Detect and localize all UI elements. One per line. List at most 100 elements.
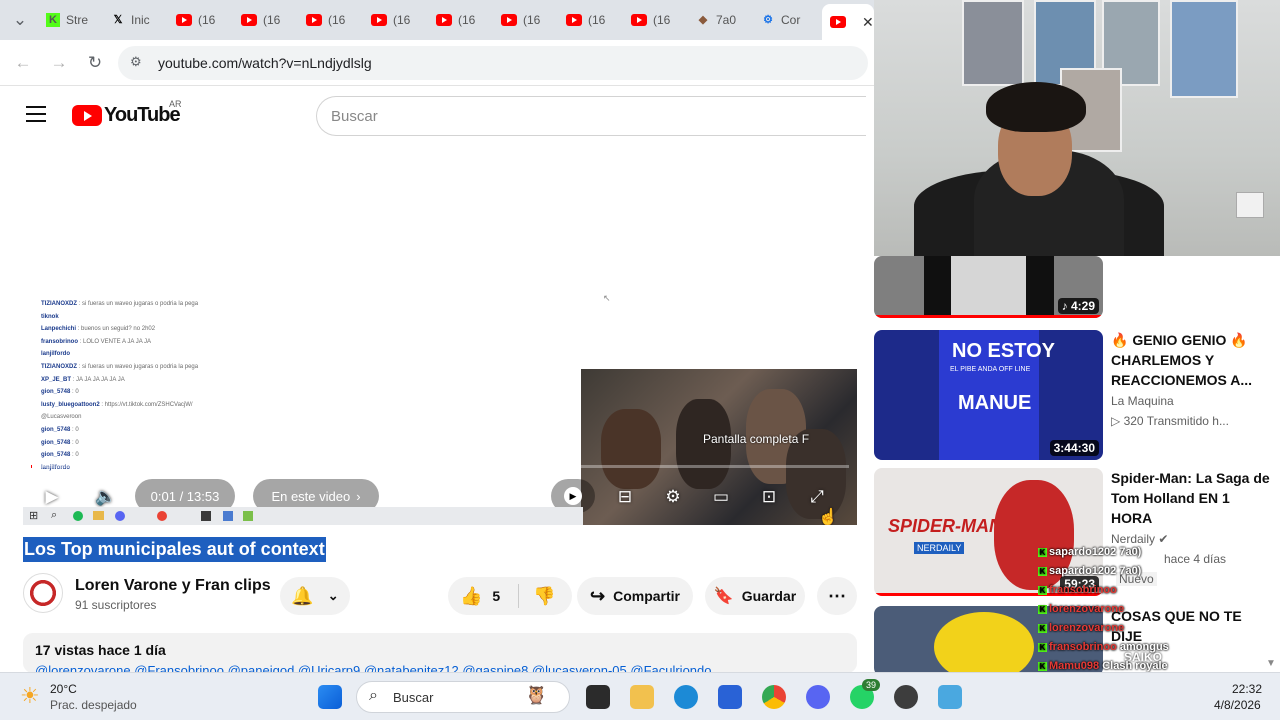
back-arrow-icon[interactable]: ← — [12, 52, 34, 74]
wall-poster — [962, 0, 1024, 86]
kick-badge-icon: K — [1038, 604, 1047, 614]
browser-tab[interactable]: (16 — [631, 6, 689, 34]
omnibox[interactable]: ⚙ youtube.com/watch?v=nLndjydlslg — [118, 46, 868, 80]
stream-chat-line: Ksapardo1202 7a0) — [1038, 565, 1142, 577]
volume-icon[interactable]: 🔈 — [94, 485, 118, 509]
browser-tab[interactable]: (16 — [501, 6, 559, 34]
video-chat-line: fransobrinoo : LOLO VENTE A JA JA JA — [41, 338, 152, 345]
windows-start-icon[interactable] — [318, 685, 342, 709]
folder-icon — [93, 511, 104, 520]
save-button[interactable]: 🔖 Guardar — [705, 577, 805, 615]
video-taskbar-strip: ⊞ ⌕ — [23, 507, 583, 525]
app-icon[interactable] — [894, 685, 918, 709]
store-icon[interactable] — [718, 685, 742, 709]
forward-arrow-icon[interactable]: → — [48, 52, 70, 74]
video-chat-line: lusty_bluegoattoon2 : https://vt.tiktok.… — [41, 401, 193, 408]
browser-tab[interactable]: (16 — [566, 6, 624, 34]
browser-tab[interactable]: (16 — [241, 6, 299, 34]
app-icon — [243, 511, 253, 521]
dislike-icon[interactable]: 👎 — [533, 586, 555, 607]
like-count[interactable]: 5 — [492, 588, 500, 604]
progress-fill — [31, 465, 32, 468]
time-text: 0:01 / 13:53 — [150, 488, 220, 504]
chevron-right-icon: › — [356, 488, 361, 504]
description-box[interactable]: 17 vistas hace 1 día @lorenzovarone @Fra… — [23, 633, 857, 673]
duration-badge: ♪ 4:29 — [1057, 298, 1099, 314]
tab-label: Inic — [131, 13, 150, 27]
duration-badge: 3:44:30 — [1049, 440, 1099, 456]
theater-mode-icon[interactable]: ▭ — [709, 485, 733, 509]
edge-icon[interactable] — [674, 685, 698, 709]
app-icon — [223, 511, 233, 521]
close-tab-icon[interactable]: ✕ — [862, 14, 874, 31]
progress-bar[interactable] — [31, 465, 849, 468]
share-button[interactable]: ↪ Compartir — [577, 577, 693, 615]
browser-tab[interactable]: (16 — [371, 6, 429, 34]
recommendation-channel[interactable]: Nerdaily ✔ — [1111, 532, 1168, 546]
save-label: Guardar — [741, 588, 797, 604]
browser-tab[interactable]: ◆ 7a0 — [696, 6, 754, 34]
tab-label: (16 — [328, 13, 346, 27]
tab-search-chevron-icon[interactable]: ⌄ — [9, 9, 31, 31]
search-input[interactable]: Buscar — [316, 96, 866, 136]
discord-icon — [115, 511, 125, 521]
chrome-icon[interactable] — [762, 685, 786, 709]
browser-tab[interactable]: (16 — [176, 6, 234, 34]
play-icon[interactable]: ▶ — [40, 485, 64, 509]
recommendation-title[interactable]: 🔥 GENIO GENIO 🔥 CHARLEMOS Y REACCIONEMOS… — [1111, 330, 1271, 390]
wall-poster — [1170, 0, 1238, 98]
more-actions-button[interactable]: ⋯ — [817, 577, 857, 615]
wall-outlet — [1236, 192, 1264, 218]
youtube-logo-icon[interactable] — [72, 105, 102, 126]
kick-icon: K — [46, 13, 60, 27]
fullscreen-icon[interactable]: ⤢ — [805, 485, 829, 509]
weather-temp[interactable]: 20°C — [50, 682, 77, 696]
recommendation-channel[interactable]: La Maquina — [1111, 394, 1174, 408]
youtube-icon — [371, 14, 387, 26]
whatsapp-icon[interactable]: 39 — [850, 679, 881, 709]
youtube-icon — [631, 14, 647, 26]
browser-tab[interactable]: ⚙ Cor — [761, 6, 819, 34]
fullscreen-tooltip: Pantalla completa F — [703, 432, 810, 446]
owl-icon: 🦉 — [525, 685, 548, 705]
tab-active[interactable]: ✕ — [822, 4, 874, 40]
site-info-icon[interactable]: ⚙ — [130, 54, 142, 70]
discord-icon[interactable] — [806, 685, 830, 709]
clock-date[interactable]: 4/8/2026 — [1214, 698, 1261, 712]
reload-icon[interactable]: ↻ — [84, 52, 106, 74]
subtitles-icon[interactable]: ⊟ — [613, 485, 637, 509]
weather-condition[interactable]: Prac. despejado — [50, 698, 137, 712]
settings-gear-icon[interactable]: ⚙ — [661, 485, 685, 509]
hamburger-menu-icon[interactable] — [26, 106, 46, 122]
stream-chat-line: Kfransobrinoo amongus — [1038, 641, 1169, 653]
channel-avatar[interactable] — [23, 573, 63, 613]
notepad-icon[interactable] — [938, 685, 962, 709]
more-dots-icon: ⋯ — [828, 585, 846, 606]
taskbar-search-label: Buscar — [393, 690, 434, 705]
clock-time[interactable]: 22:32 — [1232, 682, 1262, 696]
streamer-webcam — [874, 0, 1280, 256]
subscribed-bell-button[interactable]: 🔔 ⌄ — [280, 577, 350, 615]
browser-tab[interactable]: K Stre — [46, 6, 104, 34]
weather-icon[interactable]: ☀ — [20, 683, 40, 709]
thumb-subtext: EL PIBE ANDA OFF LINE — [950, 366, 1031, 373]
taskbar-search[interactable]: ⌕ Buscar 🦉 — [356, 681, 570, 713]
video-player[interactable]: TIZIANOXDZ : si fueras un waveo jugaras … — [23, 143, 857, 525]
scroll-down-icon[interactable]: ▼ — [1266, 658, 1276, 669]
recommendation-title[interactable]: Spider-Man: La Saga de Tom Holland EN 1 … — [1111, 468, 1271, 528]
recommendations-sidebar: ♪ 4:29 NO ESTOY EL PIBE ANDA OFF LINE MA… — [874, 256, 1280, 672]
cast-icon[interactable]: ⊡ — [757, 485, 781, 509]
task-view-icon[interactable] — [586, 685, 610, 709]
channel-name[interactable]: Loren Varone y Fran clips — [75, 577, 271, 595]
file-explorer-icon[interactable] — [630, 685, 654, 709]
like-icon[interactable]: 👍 — [460, 586, 482, 607]
browser-tab[interactable]: (16 — [306, 6, 364, 34]
video-chat-line: Lanpechichi : buenos un seguid? no 2h02 — [41, 326, 156, 333]
browser-tab[interactable]: 𝕏 Inic — [111, 6, 169, 34]
recommendation-title[interactable]: COSAS QUE NO TE DIJE — [1111, 606, 1271, 646]
browser-tab[interactable]: (16 — [436, 6, 494, 34]
bell-icon: 🔔 — [291, 585, 314, 606]
recommendation-thumbnail[interactable]: ♪ 4:29 — [874, 256, 1103, 318]
recommendation-thumbnail[interactable]: NO ESTOY EL PIBE ANDA OFF LINE MANUE 3:4… — [874, 330, 1103, 460]
url-text[interactable]: youtube.com/watch?v=nLndjydlslg — [158, 55, 372, 71]
